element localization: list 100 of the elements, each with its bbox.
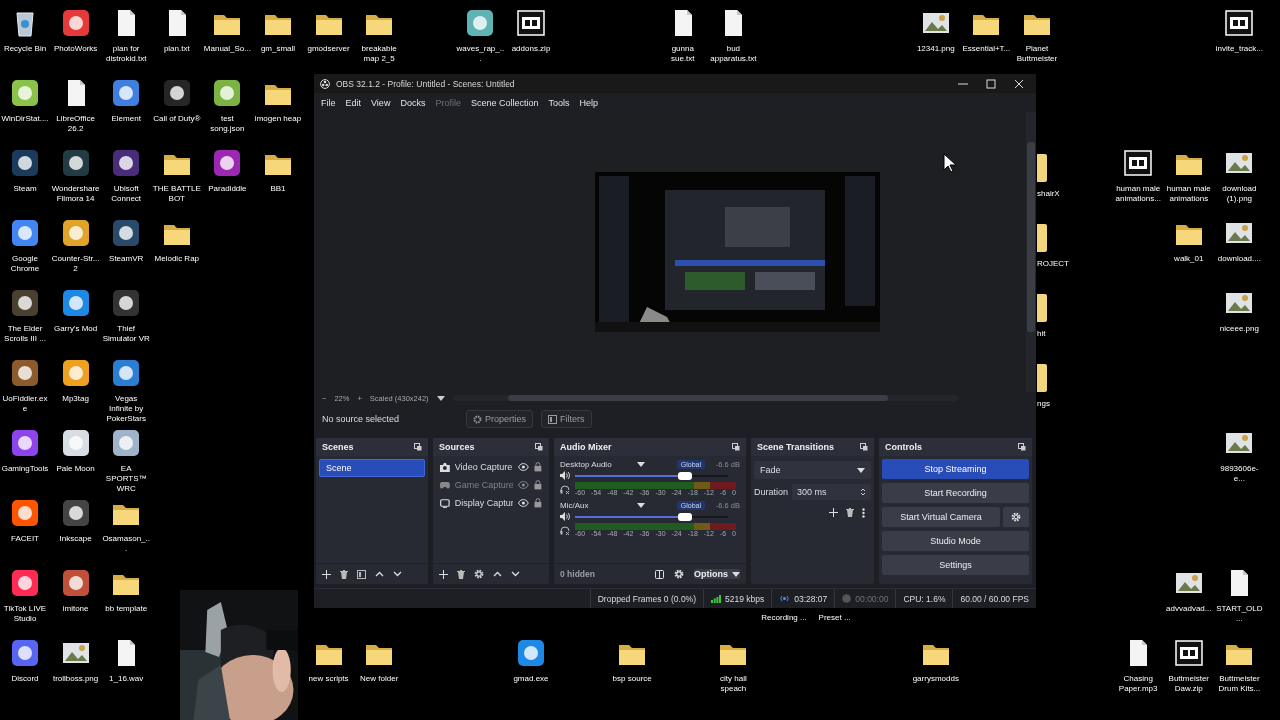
control-button[interactable]: Start Virtual Camera	[882, 507, 1000, 527]
options-button[interactable]: Options	[694, 569, 740, 579]
app-icon[interactable]	[111, 288, 142, 318]
icon-label: human male animations...	[1114, 184, 1162, 204]
dock-float-icon[interactable]	[1018, 443, 1026, 451]
headphones-icon[interactable]	[560, 485, 570, 494]
close-icon[interactable]	[1014, 78, 1024, 89]
speaker-icon[interactable]	[560, 471, 570, 480]
settings-icon[interactable]	[474, 569, 484, 579]
app-icon[interactable]	[60, 218, 91, 248]
app-icon[interactable]	[111, 358, 142, 388]
app-icon[interactable]	[60, 8, 91, 38]
scene-item[interactable]: Scene	[319, 459, 425, 477]
app-icon[interactable]	[111, 78, 142, 108]
icon-label: LibreOffice 26.2	[55, 114, 96, 134]
app-icon[interactable]	[10, 148, 40, 178]
archive-icon[interactable]	[1123, 148, 1154, 178]
app-icon[interactable]	[465, 8, 496, 38]
add-icon[interactable]	[322, 569, 331, 579]
spinner-arrows-icon[interactable]	[860, 487, 866, 497]
properties-button[interactable]: Properties	[466, 410, 534, 428]
app-icon[interactable]	[60, 358, 91, 388]
app-icon[interactable]	[161, 78, 192, 108]
icon-label: walk_01	[1173, 254, 1205, 264]
icon-label: Ubisoft Connect	[110, 184, 143, 204]
app-icon[interactable]	[212, 148, 243, 178]
trash-icon[interactable]	[846, 508, 854, 517]
menu-item[interactable]: Docks	[400, 97, 426, 108]
add-icon[interactable]	[829, 508, 838, 517]
filters-button[interactable]: Filters	[541, 410, 592, 428]
volume-slider[interactable]	[575, 471, 728, 480]
more-icon[interactable]	[862, 508, 865, 518]
speaker-icon[interactable]	[560, 512, 570, 521]
archive-icon[interactable]	[1173, 638, 1204, 668]
icon-label: imitone	[61, 604, 90, 614]
app-icon[interactable]	[111, 218, 142, 248]
app-icon[interactable]	[60, 288, 91, 318]
menu-item[interactable]: View	[371, 97, 391, 108]
dock-float-icon[interactable]	[732, 443, 740, 451]
app-icon[interactable]	[111, 148, 142, 178]
scrollbar-thumb[interactable]	[1027, 142, 1035, 332]
app-icon[interactable]	[10, 638, 40, 668]
app-icon[interactable]	[60, 498, 91, 528]
app-icon[interactable]	[10, 498, 40, 528]
app-icon[interactable]	[10, 428, 40, 458]
eye-slash-icon[interactable]	[518, 481, 530, 489]
app-icon[interactable]	[111, 428, 142, 458]
control-button[interactable]: Studio Mode	[882, 531, 1029, 551]
dock-float-icon[interactable]	[535, 443, 543, 451]
app-icon[interactable]	[10, 358, 40, 388]
control-button[interactable]: Settings	[882, 555, 1029, 575]
app-icon[interactable]	[10, 218, 40, 248]
headphones-icon[interactable]	[560, 526, 570, 535]
dock-float-icon[interactable]	[860, 443, 868, 451]
app-icon[interactable]	[60, 428, 91, 458]
menu-item[interactable]: Help	[579, 97, 598, 108]
columns-icon[interactable]	[655, 569, 664, 579]
control-button[interactable]: Start Recording	[882, 483, 1029, 503]
app-icon[interactable]	[60, 148, 91, 178]
dock-float-icon[interactable]	[414, 443, 422, 451]
lock-icon[interactable]	[534, 480, 542, 490]
trash-icon[interactable]	[340, 569, 348, 579]
scrollbar-thumb[interactable]	[507, 395, 888, 401]
menu-item[interactable]: File	[321, 97, 336, 108]
filter-icon[interactable]	[357, 569, 366, 579]
caret-icon[interactable]	[436, 395, 445, 401]
archive-icon[interactable]	[1224, 8, 1255, 38]
volume-slider[interactable]	[575, 512, 728, 521]
menu-item[interactable]: Edit	[345, 97, 362, 108]
icon-label: city hall speach	[719, 674, 748, 694]
control-button[interactable]: Stop Streaming	[882, 459, 1029, 479]
settings-button[interactable]	[1003, 507, 1029, 527]
caret-icon[interactable]	[637, 503, 645, 508]
transition-select[interactable]: Fade	[754, 461, 871, 479]
source-name[interactable]: Game Capture	[454, 480, 514, 490]
icon-label: breakable map 2_5	[360, 44, 398, 64]
dropped-frames: Dropped Frames 0 (0.0%)	[589, 589, 703, 608]
app-icon[interactable]	[212, 78, 243, 108]
lock-icon[interactable]	[534, 498, 542, 508]
eye-icon[interactable]	[518, 463, 530, 471]
app-icon[interactable]	[10, 288, 40, 318]
icon-label: Steam	[12, 184, 38, 194]
settings-icon[interactable]	[674, 569, 684, 579]
app-icon[interactable]	[10, 568, 40, 598]
add-icon[interactable]	[439, 569, 448, 579]
caret-icon[interactable]	[637, 462, 645, 467]
app-icon[interactable]	[516, 638, 546, 668]
archive-icon[interactable]	[516, 8, 546, 38]
maximize-icon[interactable]	[986, 78, 996, 89]
cpu-usage: CPU: 1.6%	[895, 589, 953, 608]
menu-item[interactable]: Scene Collection	[470, 97, 539, 108]
trash-icon[interactable]	[457, 569, 465, 579]
menu-item[interactable]: Tools	[548, 97, 570, 108]
app-icon[interactable]	[60, 568, 91, 598]
duration-field[interactable]: 300 ms	[792, 484, 871, 500]
eye-icon[interactable]	[518, 499, 530, 507]
source-name[interactable]: Video Capture	[454, 462, 514, 472]
lock-icon[interactable]	[534, 462, 542, 472]
app-icon[interactable]	[10, 78, 40, 108]
source-name[interactable]: Display Captur	[454, 498, 514, 508]
